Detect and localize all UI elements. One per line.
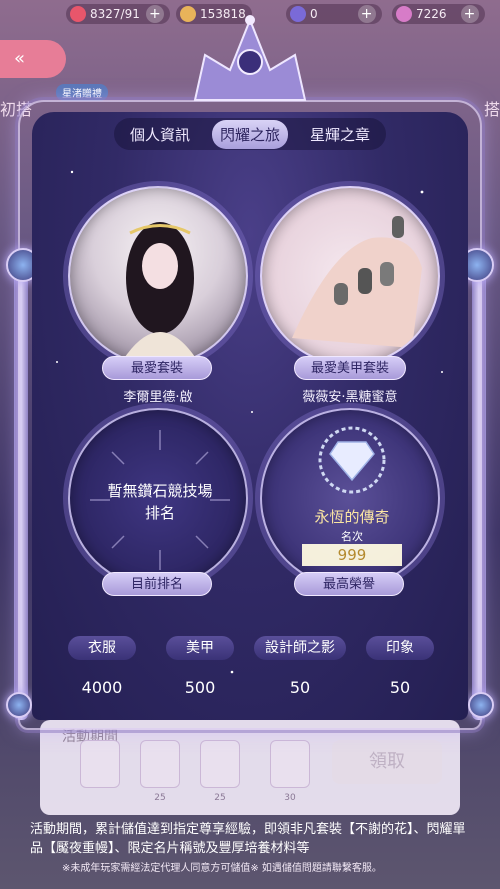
current-rank-label: 目前排名 <box>102 572 212 596</box>
reward-count: 30 <box>284 793 296 803</box>
reward-item[interactable] <box>270 740 310 788</box>
highest-honor-card[interactable]: 永恆的傳奇 名次 999 <box>260 408 440 588</box>
favorite-outfit-label: 最愛套裝 <box>102 356 212 380</box>
double-chevron-left-icon: « <box>14 48 26 69</box>
stat-designer-shadow-value: 50 <box>289 678 311 697</box>
add-gem-button[interactable]: + <box>357 5 376 23</box>
stat-designer-shadow-label: 設計師之影 <box>254 636 346 660</box>
heart-icon <box>70 6 86 22</box>
stat-nail-value: 500 <box>184 678 216 697</box>
stat-impression-label: 印象 <box>366 636 434 660</box>
stat-impression-value: 50 <box>389 678 411 697</box>
add-diamond-button[interactable]: + <box>460 5 479 23</box>
reward-item[interactable] <box>140 740 180 788</box>
character-portrait-icon <box>120 222 200 364</box>
profile-panel: 個人資訊 閃耀之旅 星輝之章 最愛套裝 李爾里德·啟 最愛美甲套裝 薇薇安·黑糖… <box>32 112 468 720</box>
rank-status-text: 暫無鑽石競技場 排名 <box>70 480 246 524</box>
favorite-outfit-portrait[interactable] <box>68 186 248 366</box>
honor-rank-value: 999 <box>302 544 402 566</box>
resource-diamond[interactable]: 7226 + <box>392 4 485 24</box>
rank-status-line2: 排名 <box>144 504 175 522</box>
tab-personal-info[interactable]: 個人資訊 <box>122 120 198 149</box>
star-orb-icon <box>6 692 32 718</box>
claim-button[interactable]: 領取 <box>332 740 442 784</box>
highest-honor-label: 最高榮譽 <box>294 572 404 596</box>
stat-clothes-label: 衣服 <box>68 636 136 660</box>
resource-heart[interactable]: 8327/91 + <box>66 4 170 24</box>
activity-description: 活動期間，累計儲值達到指定尊享經驗，即領非凡套裝【不謝的花】、閃耀單品【魘夜重幔… <box>30 822 466 856</box>
heart-count: 8327/91 <box>90 7 140 21</box>
honor-subtitle: 名次 <box>341 530 363 543</box>
reward-item[interactable] <box>200 740 240 788</box>
favorite-outfit-name: 李爾里德·啟 <box>123 390 193 405</box>
stat-nail-label: 美甲 <box>166 636 234 660</box>
add-heart-button[interactable]: + <box>145 5 164 23</box>
event-tag: 星渚贈禮 <box>56 84 108 101</box>
favorite-nail-name: 薇薇安·黑糖蜜意 <box>302 390 398 405</box>
stat-clothes-value: 4000 <box>81 678 123 697</box>
star-orb-icon <box>468 692 494 718</box>
honor-title: 永恆的傳奇 <box>314 508 390 526</box>
current-rank-card[interactable]: 暫無鑽石競技場 排名 <box>68 408 248 588</box>
reward-count: 25 <box>214 793 226 803</box>
favorite-nail-portrait[interactable] <box>260 186 440 366</box>
crown-ornament-icon <box>193 15 307 101</box>
nail-hand-icon <box>292 216 422 348</box>
tab-bar: 個人資訊 閃耀之旅 星輝之章 <box>114 118 386 150</box>
reward-count: 25 <box>154 793 166 803</box>
reward-item[interactable] <box>80 740 120 788</box>
activity-note: ※未成年玩家需經法定代理人同意方可儲值※ 如遇儲值問題請聯繫客服。 <box>62 863 382 874</box>
back-button[interactable]: « <box>0 40 66 78</box>
diamond-icon <box>396 6 412 22</box>
diamond-count: 7226 <box>416 7 447 21</box>
favorite-nail-label: 最愛美甲套裝 <box>294 356 406 380</box>
rank-status-line1: 暫無鑽石競技場 <box>107 482 213 500</box>
bg-right-text: 搭 <box>483 100 500 119</box>
tab-star-chapter[interactable]: 星輝之章 <box>302 120 378 149</box>
tab-shining-journey[interactable]: 閃耀之旅 <box>211 119 288 149</box>
